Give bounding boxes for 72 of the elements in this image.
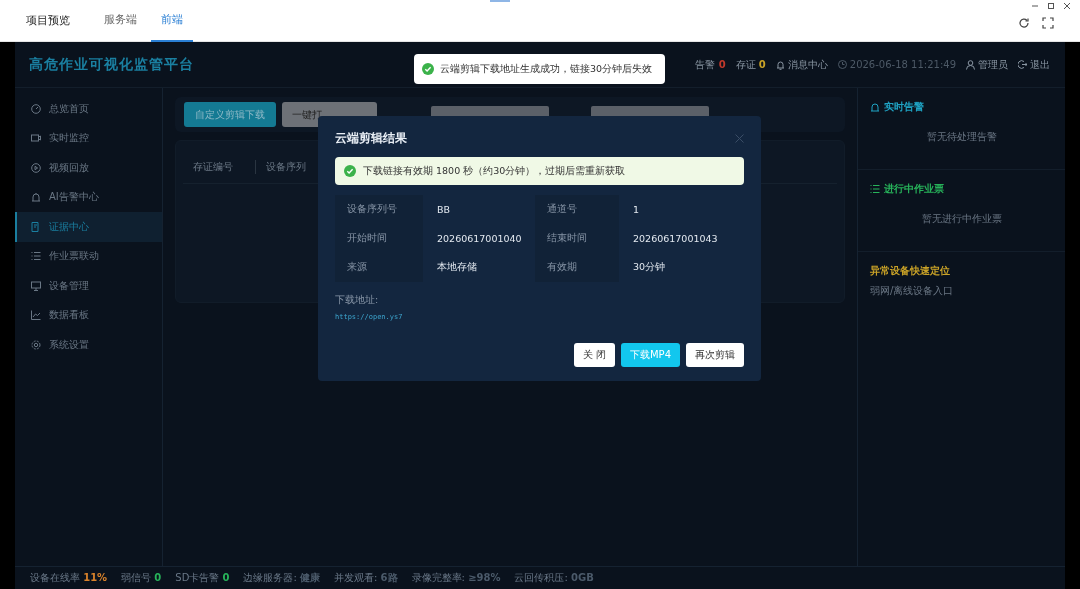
panel-title: 异常设备快速定位 — [870, 264, 950, 278]
app-title: 项目预览 — [26, 13, 70, 28]
status-item: 并发观看: 6路 — [334, 571, 398, 585]
status-item: 弱信号 0 — [121, 571, 162, 585]
current-time: 2026-06-18 11:21:49 — [849, 59, 956, 70]
sidebar-item[interactable]: 系统设置 — [15, 330, 162, 360]
sidebar-item[interactable]: 实时监控 — [15, 123, 162, 153]
alarm-counter[interactable]: 告警 0 — [695, 57, 726, 72]
document-icon — [31, 221, 41, 232]
play-circle-icon — [31, 162, 41, 173]
close-icon[interactable] — [1064, 3, 1070, 9]
fullscreen-icon[interactable] — [1042, 16, 1054, 29]
user-name[interactable]: 管理员 — [978, 57, 1008, 72]
sidebar-item[interactable]: AI告警中心 — [15, 182, 162, 212]
list-icon — [31, 251, 41, 262]
column-header: 存证编号 — [192, 160, 234, 174]
logout-link[interactable]: 退出 — [1030, 57, 1050, 72]
sidebar-item[interactable]: 数据看板 — [15, 300, 162, 330]
sidebar-item[interactable]: 总览首页 — [15, 94, 162, 124]
camera-icon — [31, 133, 41, 144]
field-label: 来源 — [335, 253, 423, 282]
sidebar-item[interactable]: 证据中心 — [15, 212, 162, 242]
list-icon — [870, 184, 880, 194]
url-label: 下载地址: — [335, 294, 380, 307]
gauge-icon — [31, 103, 41, 114]
bell-icon — [775, 59, 785, 70]
field-value: 20260617001040 — [436, 232, 523, 246]
bell-icon — [870, 102, 880, 112]
status-item: 云回传积压: 0GB — [514, 571, 594, 585]
logout-icon — [1018, 60, 1027, 69]
custom-clip-download-button[interactable]: 自定义剪辑下载 — [184, 102, 276, 127]
field-value: BB — [436, 203, 452, 217]
panel-text: 弱网/离线设备入口 — [870, 284, 954, 298]
status-item: 设备在线率 11% — [30, 571, 108, 585]
dialog-button[interactable]: 关 闭 — [573, 343, 615, 367]
panel-title: 实时告警 — [884, 100, 924, 114]
toast-message: 云端剪辑下载地址生成成功，链接30分钟后失效 — [440, 62, 653, 76]
dialog-title: 云端剪辑结果 — [335, 130, 407, 147]
monitor-icon — [31, 280, 41, 291]
clock-icon — [837, 60, 847, 69]
field-label: 有效期 — [535, 253, 619, 282]
line-chart-icon — [31, 310, 41, 321]
status-item: 录像完整率: ≥98% — [411, 571, 501, 585]
maximize-icon[interactable] — [1048, 3, 1054, 9]
message-center-link[interactable]: 消息中心 — [787, 57, 828, 72]
platform-title: 高危作业可视化监管平台 — [29, 55, 194, 74]
field-value: 30分钟 — [632, 260, 667, 274]
refresh-icon[interactable] — [1018, 16, 1030, 29]
user-icon — [966, 59, 975, 70]
status-item: SD卡告警 0 — [175, 571, 230, 585]
gear-icon — [31, 339, 41, 350]
field-value: 20260617001043 — [632, 232, 719, 246]
field-label: 通道号 — [535, 195, 619, 224]
status-item: 边缘服务器: 健康 — [243, 571, 321, 585]
panel-title: 进行中作业票 — [884, 182, 944, 196]
field-label: 开始时间 — [335, 224, 423, 253]
field-value: 本地存储 — [436, 260, 478, 274]
check-circle-icon — [422, 63, 434, 75]
field-value: 1 — [632, 203, 641, 217]
notice-text: 下载链接有效期 1800 秒（约30分钟），过期后需重新获取 — [363, 164, 626, 178]
field-label: 设备序列号 — [335, 195, 423, 224]
check-circle-icon — [344, 165, 356, 177]
panel-text: 暂无进行中作业票 — [921, 212, 1002, 226]
top-tab[interactable]: 服务端 — [94, 0, 147, 42]
bell-icon — [31, 192, 41, 203]
sidebar-item[interactable]: 视频回放 — [15, 153, 162, 183]
dialog-button[interactable]: 再次剪辑 — [686, 343, 744, 367]
sidebar-item[interactable]: 设备管理 — [15, 271, 162, 301]
sidebar-item[interactable]: 作业票联动 — [15, 241, 162, 271]
evidence-counter[interactable]: 存证 0 — [735, 57, 766, 72]
panel-text: 暂无待处理告警 — [926, 130, 997, 144]
field-label: 结束时间 — [535, 224, 619, 253]
